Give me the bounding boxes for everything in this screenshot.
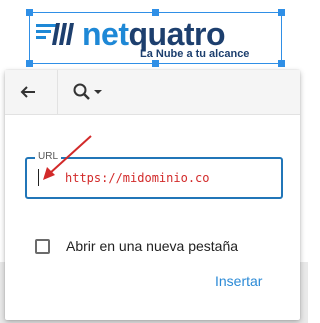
resize-handle-top-left[interactable] bbox=[26, 9, 33, 16]
annotation-arrow-icon bbox=[43, 135, 92, 180]
popup-toolbar bbox=[5, 70, 300, 115]
new-tab-checkbox[interactable] bbox=[35, 238, 50, 254]
selected-logo-image[interactable]: netquatro La Nube a tu alcance bbox=[26, 9, 285, 67]
toolbar-separator bbox=[57, 70, 58, 114]
resize-handle-bottom-left[interactable] bbox=[26, 60, 33, 67]
logo-wordmark-quatro: quatro bbox=[128, 16, 226, 52]
logo-mark-icon bbox=[36, 23, 74, 45]
search-dropdown-button[interactable] bbox=[67, 75, 107, 109]
logo-wordmark-net: net bbox=[82, 16, 129, 52]
back-button[interactable] bbox=[11, 75, 45, 109]
resize-handle-bottom[interactable] bbox=[152, 60, 159, 67]
caret-down-icon bbox=[94, 90, 102, 94]
insert-button[interactable]: Insertar bbox=[215, 273, 262, 295]
new-tab-label: Abrir en una nueva pestaña bbox=[66, 238, 239, 254]
magnifier-icon bbox=[73, 83, 90, 100]
resize-handle-top-right[interactable] bbox=[278, 9, 285, 16]
arrow-left-icon bbox=[20, 86, 35, 98]
link-popup: URL https://midominio.co Abrir en una nu… bbox=[5, 70, 300, 320]
new-tab-option[interactable]: Abrir en una nueva pestaña bbox=[35, 236, 238, 256]
logo-tagline: La Nube a tu alcance bbox=[140, 48, 250, 60]
resize-handle-bottom-right[interactable] bbox=[278, 60, 285, 67]
